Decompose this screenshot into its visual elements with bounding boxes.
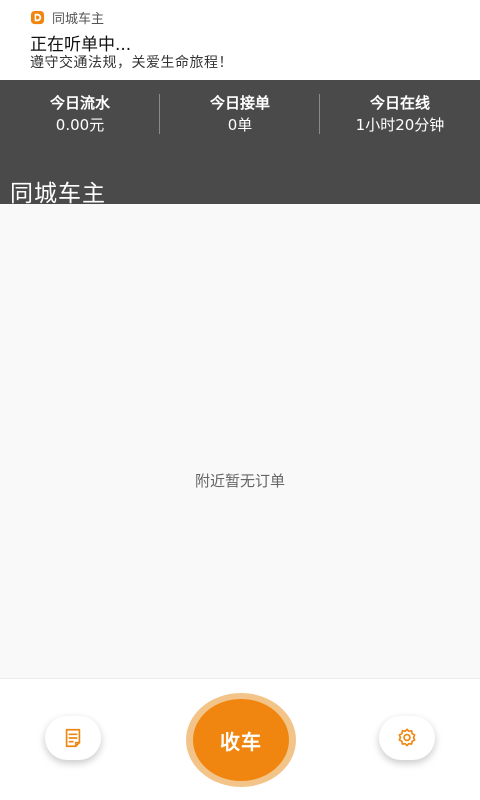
order-list-area[interactable]: 附近暂无订单	[0, 204, 480, 678]
stat-value: 1小时20分钟	[355, 116, 445, 134]
app-title: 同城车主	[10, 181, 106, 207]
notification-body: 遵守交通法规，关爱生命旅程！	[30, 55, 233, 71]
notification-app-row: 同城车主	[30, 8, 105, 27]
stat-label: 今日流水	[49, 94, 110, 112]
empty-state-text: 附近暂无订单	[194, 472, 285, 490]
stat-today-orders: 今日接单 0单	[160, 92, 320, 136]
gear-icon	[398, 728, 416, 747]
stat-value: 0单	[227, 116, 253, 134]
notification-banner[interactable]: 同城车主 正在听单中... 遵守交通法规，关爱生命旅程！	[0, 0, 480, 80]
stat-value: 0.00元	[55, 116, 105, 134]
bottom-bar: 收车	[0, 678, 480, 800]
stats-header: 今日流水 0.00元 今日接单 0单 今日在线 1小时20分钟 同城车主	[0, 80, 480, 207]
stat-label: 今日在线	[369, 94, 430, 112]
orders-button[interactable]	[45, 716, 101, 760]
notification-app-name: 同城车主	[52, 11, 105, 27]
stat-label: 今日接单	[209, 94, 270, 112]
app-logo-icon	[30, 10, 45, 24]
settings-button[interactable]	[379, 716, 435, 760]
document-icon	[65, 728, 81, 748]
stop-accepting-button-ring[interactable]: 收车	[186, 693, 296, 787]
stat-today-online: 今日在线 1小时20分钟	[320, 92, 480, 136]
stop-accepting-button[interactable]: 收车	[193, 699, 289, 781]
stat-today-income: 今日流水 0.00元	[0, 92, 160, 136]
